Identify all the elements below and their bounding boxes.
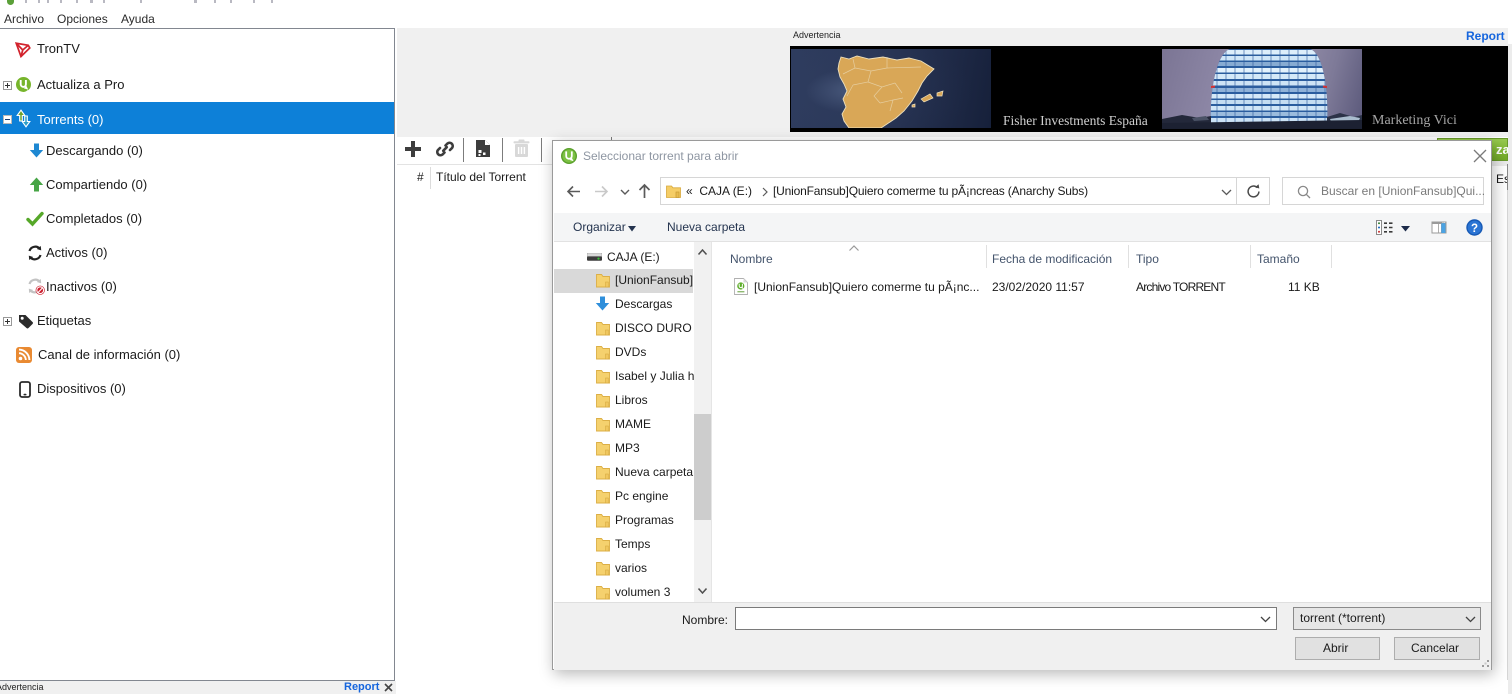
svg-text:?: ? — [1471, 223, 1478, 235]
